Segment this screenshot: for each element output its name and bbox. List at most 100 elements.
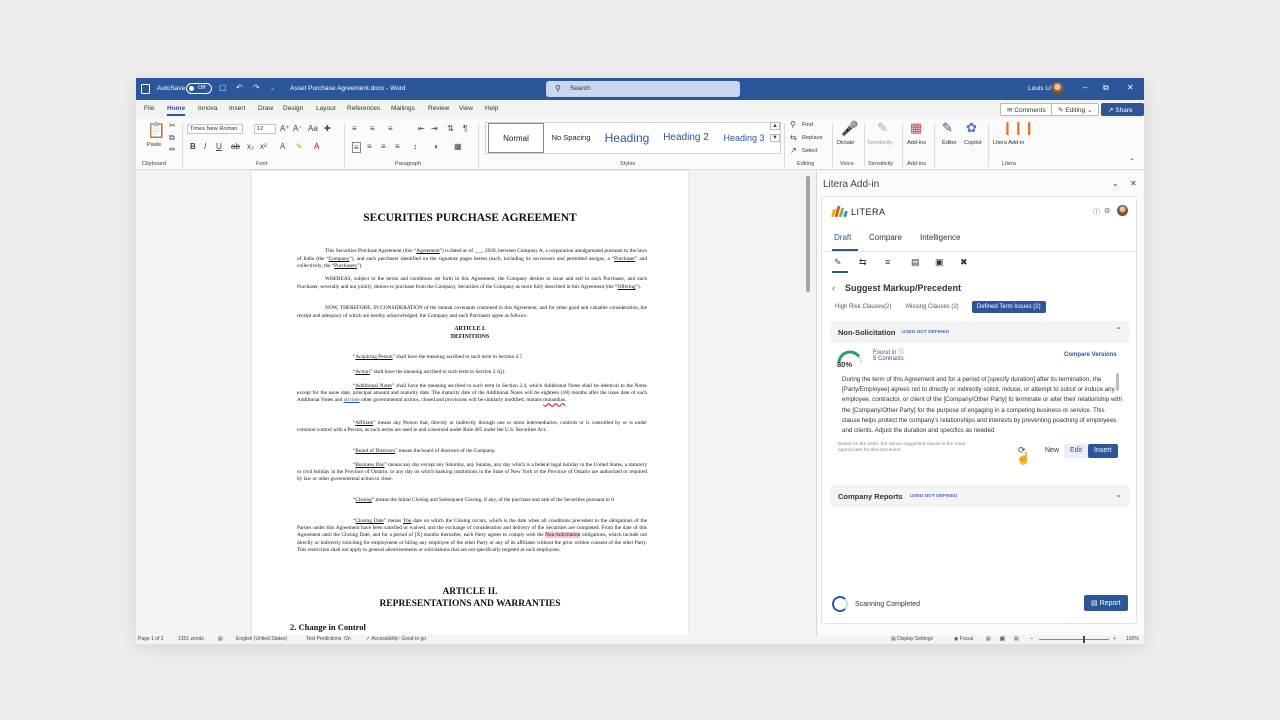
issue-non-solicitation-header[interactable]: Non-Solicitation USED NOT DEFINED ⌃ [830,321,1130,343]
help-icon[interactable]: ⓘ [1093,207,1100,217]
undo-icon[interactable]: ↶ [236,83,243,92]
copy-icon[interactable]: ⧉ [169,133,175,143]
comments-button[interactable]: ✉ Comments [1000,103,1053,116]
select-icon[interactable]: ↗ [790,146,797,155]
multilevel-list-icon[interactable]: ≡ [388,124,393,133]
style-no-spacing[interactable]: No Spacing [546,123,596,153]
tab-insert[interactable]: Insert [229,105,245,112]
document-tool-icon[interactable]: ▣ [935,257,944,268]
sensitivity-label[interactable]: Sensitivity [867,140,892,146]
show-marks-icon[interactable]: ¶ [463,124,467,133]
font-family-select[interactable]: Times New Roman [187,124,243,134]
editing-mode-button[interactable]: ✎ Editing ⌄ [1051,103,1100,116]
issue-company-reports-header[interactable]: Company Reports USED NOT DEFINED ⌄ [830,485,1130,507]
tab-layout[interactable]: Layout [316,105,336,112]
microphone-icon[interactable]: 🎤 [841,120,858,137]
zoom-slider[interactable] [1039,639,1109,640]
tab-home[interactable]: Home [167,105,186,116]
zoom-slider-thumb[interactable] [1083,636,1085,643]
numbering-icon[interactable]: ≡ [370,124,375,133]
focus-mode[interactable]: ◉ Focus [954,636,973,642]
bold-icon[interactable]: B [190,142,196,151]
read-mode-icon[interactable]: ▤ [986,636,991,642]
text-predictions[interactable]: Text Predictions: On [306,636,351,642]
user-avatar[interactable] [1051,82,1064,95]
minimize-icon[interactable]: – [1083,83,1087,92]
select-label[interactable]: Select [802,148,818,154]
suggest-markup-tool-icon[interactable]: ✎ [834,257,842,268]
web-layout-icon[interactable]: ▤ [1014,636,1019,642]
copilot-icon[interactable]: ✿ [966,120,977,136]
shading-icon[interactable]: ◑ [433,142,438,151]
tab-innova[interactable]: Innova [198,105,218,112]
document-scrollbar[interactable] [804,171,812,635]
bullets-icon[interactable]: ≡ [352,124,357,133]
pane-close-icon[interactable]: ✕ [1130,179,1137,188]
autosave-toggle[interactable]: Off [186,83,212,94]
strikethrough-icon[interactable]: ab [231,142,240,151]
sensitivity-icon[interactable]: ✎ [877,120,888,136]
tab-file[interactable]: File [144,105,154,112]
tab-compare[interactable]: Compare [869,233,902,242]
report-button[interactable]: ▤ Report [1084,595,1128,611]
clear-format-icon[interactable]: ✚ [324,124,331,133]
add-ins-label[interactable]: Add-ins [907,140,926,146]
grow-font-icon[interactable]: A⁺ [280,124,290,133]
pane-options-icon[interactable]: ⌄ [1112,179,1119,188]
increase-indent-icon[interactable]: ⇥ [431,124,438,133]
italic-icon[interactable]: I [204,142,206,151]
contracts-link[interactable]: 5 Contracts [873,356,904,362]
tab-view[interactable]: View [459,105,473,112]
close-icon[interactable]: ✕ [1127,83,1134,92]
sort-icon[interactable]: ⇅ [447,124,454,133]
edit-button[interactable]: Edit [1064,444,1089,458]
style-heading[interactable]: Heading [598,123,656,153]
clause-scrollbar[interactable] [1116,373,1119,391]
checklist-tool-icon[interactable]: ▤ [911,257,920,268]
format-tool-icon[interactable]: ≡ [885,257,890,267]
editor-label[interactable]: Editor [942,140,957,146]
litera-add-in-label[interactable]: Litera Add-in [993,140,1024,146]
tab-mailings[interactable]: Mailings [391,105,415,112]
tab-design[interactable]: Design [283,105,303,112]
display-settings[interactable]: ▤ Display Settings [891,636,933,642]
find-label[interactable]: Find [802,122,813,128]
styles-scroll-up-icon[interactable]: ▲ [770,122,780,130]
add-ins-icon[interactable]: ▦ [910,120,922,136]
accessibility-status[interactable]: ✓ Accessibility: Good to go [366,636,426,642]
tools-tool-icon[interactable]: ✖ [960,257,968,268]
underline-icon[interactable]: U [216,142,222,151]
tab-review[interactable]: Review [428,105,449,112]
borders-icon[interactable]: ▦ [454,142,462,151]
subscript-icon[interactable]: x₂ [247,142,254,151]
litera-icon[interactable]: ❙❙❙ [1002,120,1035,136]
expand-chevron-icon[interactable]: ⌄ [1115,490,1122,499]
replace-icon[interactable]: ⇆ [790,133,797,142]
superscript-icon[interactable]: x² [260,142,267,151]
align-right-icon[interactable]: ≡ [381,142,386,151]
paste-label[interactable]: Paste [147,142,161,148]
filter-missing-clauses[interactable]: Missing Clauses (2) [901,301,964,313]
language[interactable]: English (United States) [236,636,287,642]
word-count[interactable]: 1351 words [178,636,204,642]
cut-icon[interactable]: ✂ [169,121,176,130]
new-button[interactable]: New [1039,444,1065,458]
scrollbar-thumb[interactable] [806,176,810,292]
style-normal[interactable]: Normal [488,123,544,153]
tab-draw[interactable]: Draw [258,105,273,112]
search-box[interactable]: ⚲ Search [546,81,740,97]
redo-icon[interactable]: ↷ [253,83,260,92]
line-spacing-icon[interactable]: ↕ [413,142,417,151]
decrease-indent-icon[interactable]: ⇤ [418,124,425,133]
style-heading-2[interactable]: Heading 2 [658,123,714,153]
align-center-icon[interactable]: ≡ [367,142,372,151]
tab-help[interactable]: Help [485,105,498,112]
find-icon[interactable]: ⚲ [790,120,796,129]
back-chevron-icon[interactable]: ‹ [832,283,835,293]
highlight-icon[interactable]: ✎ [296,142,303,151]
compare-versions-link[interactable]: Compare Versions [1064,352,1117,358]
document-page[interactable]: SECURITIES PURCHASE AGREEMENT This Secur… [252,171,688,635]
save-icon[interactable]: ▢ [219,83,227,92]
filter-defined-term-issues[interactable]: Defined Term Issues (2) [972,301,1046,313]
font-size-select[interactable]: 12 [254,124,276,134]
